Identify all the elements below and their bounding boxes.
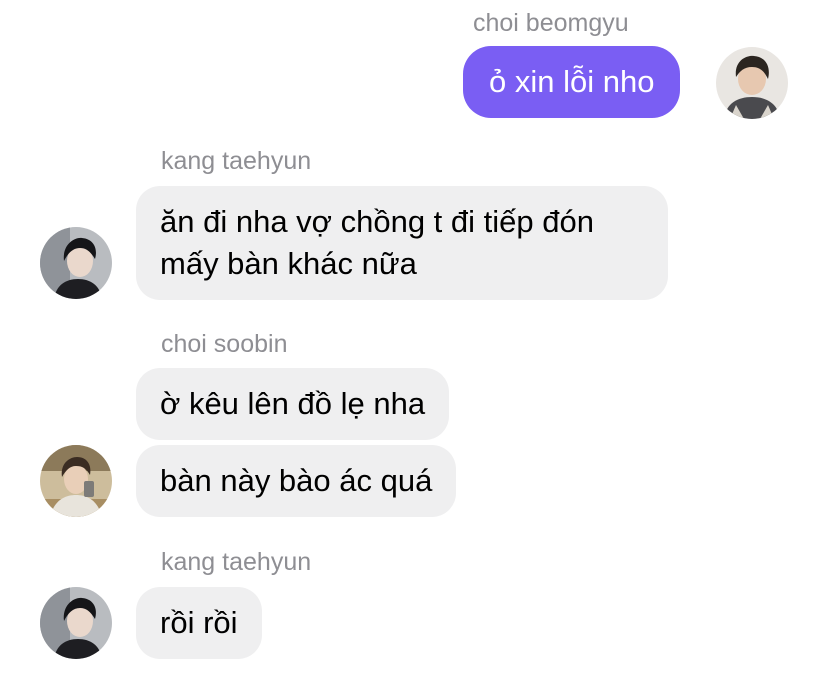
profile-photo-icon <box>716 47 788 119</box>
message-bubble[interactable]: rồi rồi <box>136 587 262 659</box>
message-bubble[interactable]: ờ kêu lên đồ lẹ nha <box>136 368 450 440</box>
avatar[interactable] <box>716 47 788 119</box>
sender-name: choi beomgyu <box>473 9 629 37</box>
profile-photo-icon <box>40 587 112 659</box>
message-bubble[interactable]: bàn này bào ác quá <box>136 445 457 517</box>
profile-photo-icon <box>40 227 112 299</box>
avatar[interactable] <box>40 587 112 659</box>
avatar[interactable] <box>40 445 112 517</box>
sender-name: choi soobin <box>161 330 288 358</box>
profile-photo-icon <box>40 445 112 517</box>
sender-name: kang taehyun <box>161 147 312 175</box>
avatar[interactable] <box>40 227 112 299</box>
message-bubble[interactable]: ăn đi nha vợ chồng t đi tiếp đón mấy bàn… <box>136 186 668 300</box>
message-bubble[interactable]: ỏ xin lỗi nho <box>463 46 681 118</box>
sender-name: kang taehyun <box>161 548 312 576</box>
